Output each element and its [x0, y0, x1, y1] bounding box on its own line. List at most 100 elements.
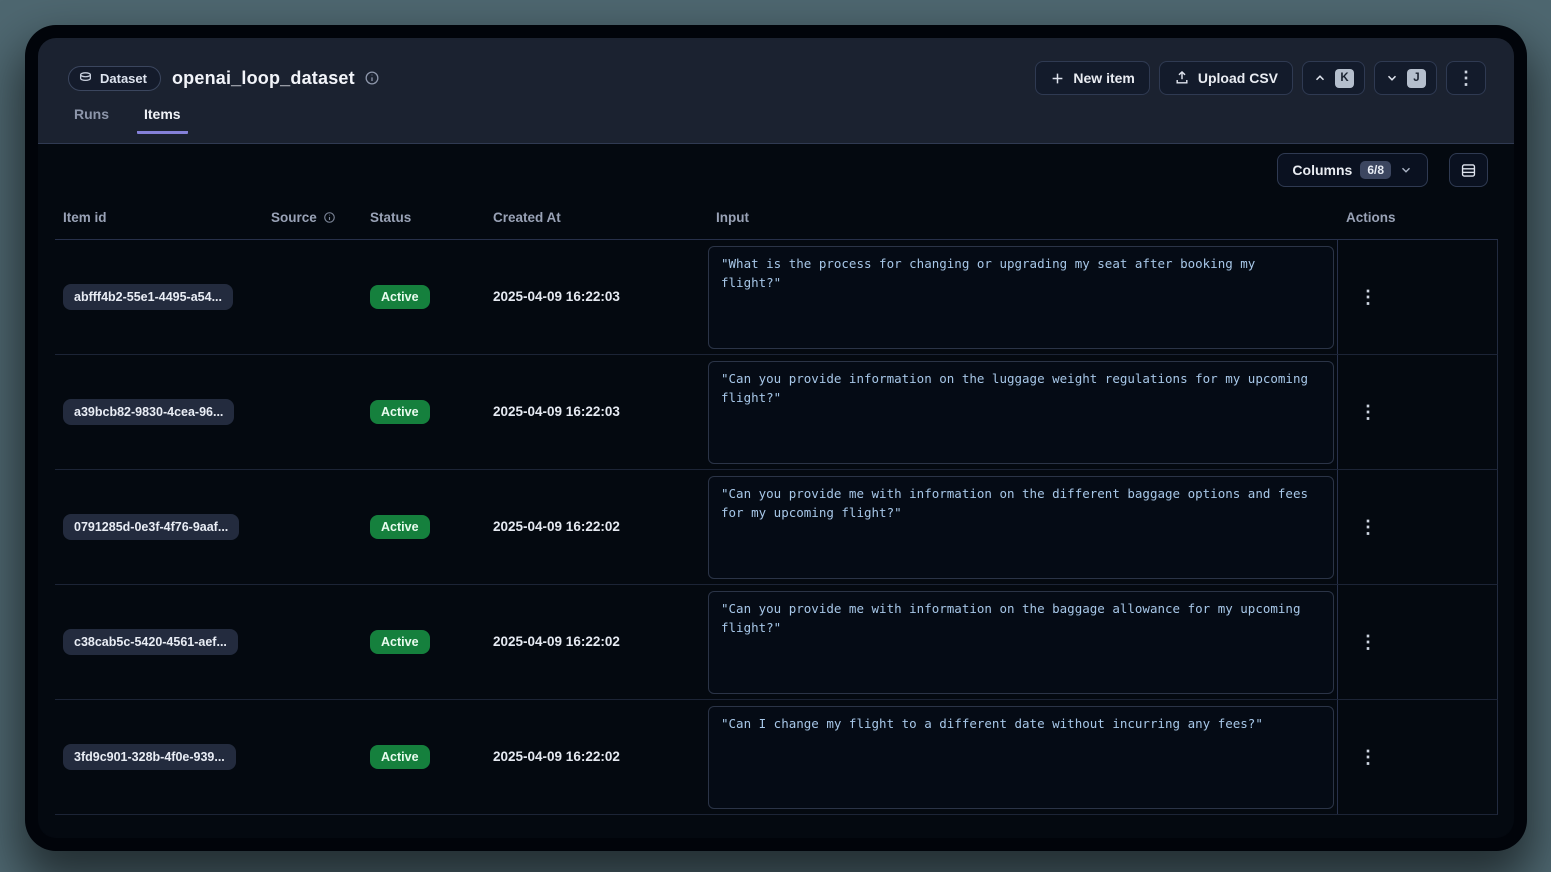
actions-cell: ⋮	[1337, 240, 1497, 354]
chevron-down-icon	[1385, 71, 1399, 85]
item-id-cell: 3fd9c901-328b-4f0e-939...	[55, 744, 263, 770]
col-header-item-id: Item id	[55, 210, 263, 225]
table-header-row: Item id Source Status Created At Input A…	[55, 196, 1498, 240]
dataset-menu-button[interactable]: ⋮	[1446, 61, 1486, 95]
item-id-pill[interactable]: abfff4b2-55e1-4495-a54...	[63, 284, 233, 310]
row-menu-button[interactable]: ⋮	[1351, 284, 1385, 310]
columns-label: Columns	[1292, 162, 1352, 178]
created-at-cell: 2025-04-09 16:22:02	[485, 748, 708, 766]
item-id-cell: c38cab5c-5420-4561-aef...	[55, 629, 263, 655]
status-cell: Active	[362, 630, 485, 654]
table-row[interactable]: a39bcb82-9830-4cea-96... Active 2025-04-…	[55, 355, 1498, 470]
kebab-icon: ⋮	[1359, 287, 1377, 307]
next-item-button[interactable]: J	[1374, 61, 1437, 95]
upload-csv-label: Upload CSV	[1198, 70, 1278, 86]
input-cell: "Can you provide information on the lugg…	[708, 355, 1337, 469]
row-menu-button[interactable]: ⋮	[1351, 399, 1385, 425]
actions-cell: ⋮	[1337, 585, 1497, 699]
title-row: Dataset openai_loop_dataset New item	[38, 38, 1514, 96]
item-id-cell: a39bcb82-9830-4cea-96...	[55, 399, 263, 425]
app-window: Dataset openai_loop_dataset New item	[38, 38, 1514, 838]
keycap-k: K	[1335, 69, 1354, 88]
status-badge: Active	[370, 515, 430, 539]
chevron-up-icon	[1313, 71, 1327, 85]
status-cell: Active	[362, 515, 485, 539]
created-at-value: 2025-04-09 16:22:03	[493, 404, 620, 419]
new-item-button[interactable]: New item	[1035, 61, 1149, 95]
tab-runs[interactable]: Runs	[67, 106, 116, 134]
col-header-source: Source	[263, 210, 362, 225]
status-badge: Active	[370, 285, 430, 309]
col-header-created-at: Created At	[485, 210, 708, 225]
actions-cell: ⋮	[1337, 700, 1497, 814]
source-info-icon[interactable]	[323, 211, 336, 224]
created-at-cell: 2025-04-09 16:22:03	[485, 403, 708, 421]
status-badge: Active	[370, 400, 430, 424]
row-menu-button[interactable]: ⋮	[1351, 629, 1385, 655]
item-id-pill[interactable]: a39bcb82-9830-4cea-96...	[63, 399, 234, 425]
new-item-label: New item	[1073, 70, 1134, 86]
created-at-cell: 2025-04-09 16:22:02	[485, 518, 708, 536]
input-preview-box[interactable]: "What is the process for changing or upg…	[708, 246, 1334, 349]
row-menu-button[interactable]: ⋮	[1351, 514, 1385, 540]
previous-item-button[interactable]: K	[1302, 61, 1365, 95]
columns-button[interactable]: Columns 6/8	[1277, 153, 1428, 187]
status-badge: Active	[370, 745, 430, 769]
keycap-j: J	[1407, 69, 1426, 88]
created-at-value: 2025-04-09 16:22:02	[493, 634, 620, 649]
dataset-badge-label: Dataset	[100, 71, 147, 86]
table-body: abfff4b2-55e1-4495-a54... Active 2025-04…	[55, 240, 1498, 815]
kebab-icon: ⋮	[1359, 747, 1377, 767]
input-cell: "Can I change my flight to a different d…	[708, 700, 1337, 814]
kebab-icon: ⋮	[1359, 402, 1377, 422]
actions-cell: ⋮	[1337, 355, 1497, 469]
items-table: Item id Source Status Created At Input A…	[55, 196, 1498, 815]
app-header: Dataset openai_loop_dataset New item	[38, 38, 1514, 144]
kebab-icon: ⋮	[1457, 69, 1475, 87]
table-row[interactable]: 0791285d-0e3f-4f76-9aaf... Active 2025-0…	[55, 470, 1498, 585]
created-at-cell: 2025-04-09 16:22:03	[485, 288, 708, 306]
table-toolbar: Columns 6/8	[38, 144, 1514, 196]
table-row[interactable]: abfff4b2-55e1-4495-a54... Active 2025-04…	[55, 240, 1498, 355]
item-id-pill[interactable]: 0791285d-0e3f-4f76-9aaf...	[63, 514, 239, 540]
columns-count-badge: 6/8	[1360, 161, 1391, 179]
table-row[interactable]: c38cab5c-5420-4561-aef... Active 2025-04…	[55, 585, 1498, 700]
database-icon	[78, 71, 93, 86]
item-id-pill[interactable]: 3fd9c901-328b-4f0e-939...	[63, 744, 236, 770]
input-preview-box[interactable]: "Can you provide information on the lugg…	[708, 361, 1334, 464]
input-cell: "What is the process for changing or upg…	[708, 240, 1337, 354]
item-id-cell: 0791285d-0e3f-4f76-9aaf...	[55, 514, 263, 540]
input-preview-box[interactable]: "Can you provide me with information on …	[708, 476, 1334, 579]
created-at-value: 2025-04-09 16:22:03	[493, 289, 620, 304]
dataset-info-icon[interactable]	[364, 70, 380, 86]
item-id-pill[interactable]: c38cab5c-5420-4561-aef...	[63, 629, 238, 655]
status-cell: Active	[362, 400, 485, 424]
actions-cell: ⋮	[1337, 470, 1497, 584]
item-id-cell: abfff4b2-55e1-4495-a54...	[55, 284, 263, 310]
row-menu-button[interactable]: ⋮	[1351, 744, 1385, 770]
row-height-button[interactable]	[1449, 153, 1488, 187]
page-title: openai_loop_dataset	[172, 68, 355, 89]
chevron-down-icon	[1399, 163, 1413, 177]
upload-csv-button[interactable]: Upload CSV	[1159, 61, 1293, 95]
created-at-value: 2025-04-09 16:22:02	[493, 749, 620, 764]
col-header-actions: Actions	[1338, 210, 1498, 225]
tab-items[interactable]: Items	[137, 106, 188, 134]
input-cell: "Can you provide me with information on …	[708, 470, 1337, 584]
col-header-source-label: Source	[271, 210, 317, 225]
table-row[interactable]: 3fd9c901-328b-4f0e-939... Active 2025-04…	[55, 700, 1498, 815]
status-cell: Active	[362, 745, 485, 769]
tab-bar: Runs Items	[67, 106, 1514, 134]
input-preview-box[interactable]: "Can I change my flight to a different d…	[708, 706, 1334, 809]
dataset-type-badge: Dataset	[68, 66, 161, 91]
kebab-icon: ⋮	[1359, 632, 1377, 652]
kebab-icon: ⋮	[1359, 517, 1377, 537]
upload-icon	[1174, 70, 1190, 86]
col-header-input: Input	[708, 210, 1338, 225]
created-at-value: 2025-04-09 16:22:02	[493, 519, 620, 534]
input-cell: "Can you provide me with information on …	[708, 585, 1337, 699]
status-badge: Active	[370, 630, 430, 654]
input-preview-box[interactable]: "Can you provide me with information on …	[708, 591, 1334, 694]
table-rows-icon	[1460, 162, 1477, 179]
content-area: Columns 6/8 Item id Source	[38, 144, 1514, 837]
